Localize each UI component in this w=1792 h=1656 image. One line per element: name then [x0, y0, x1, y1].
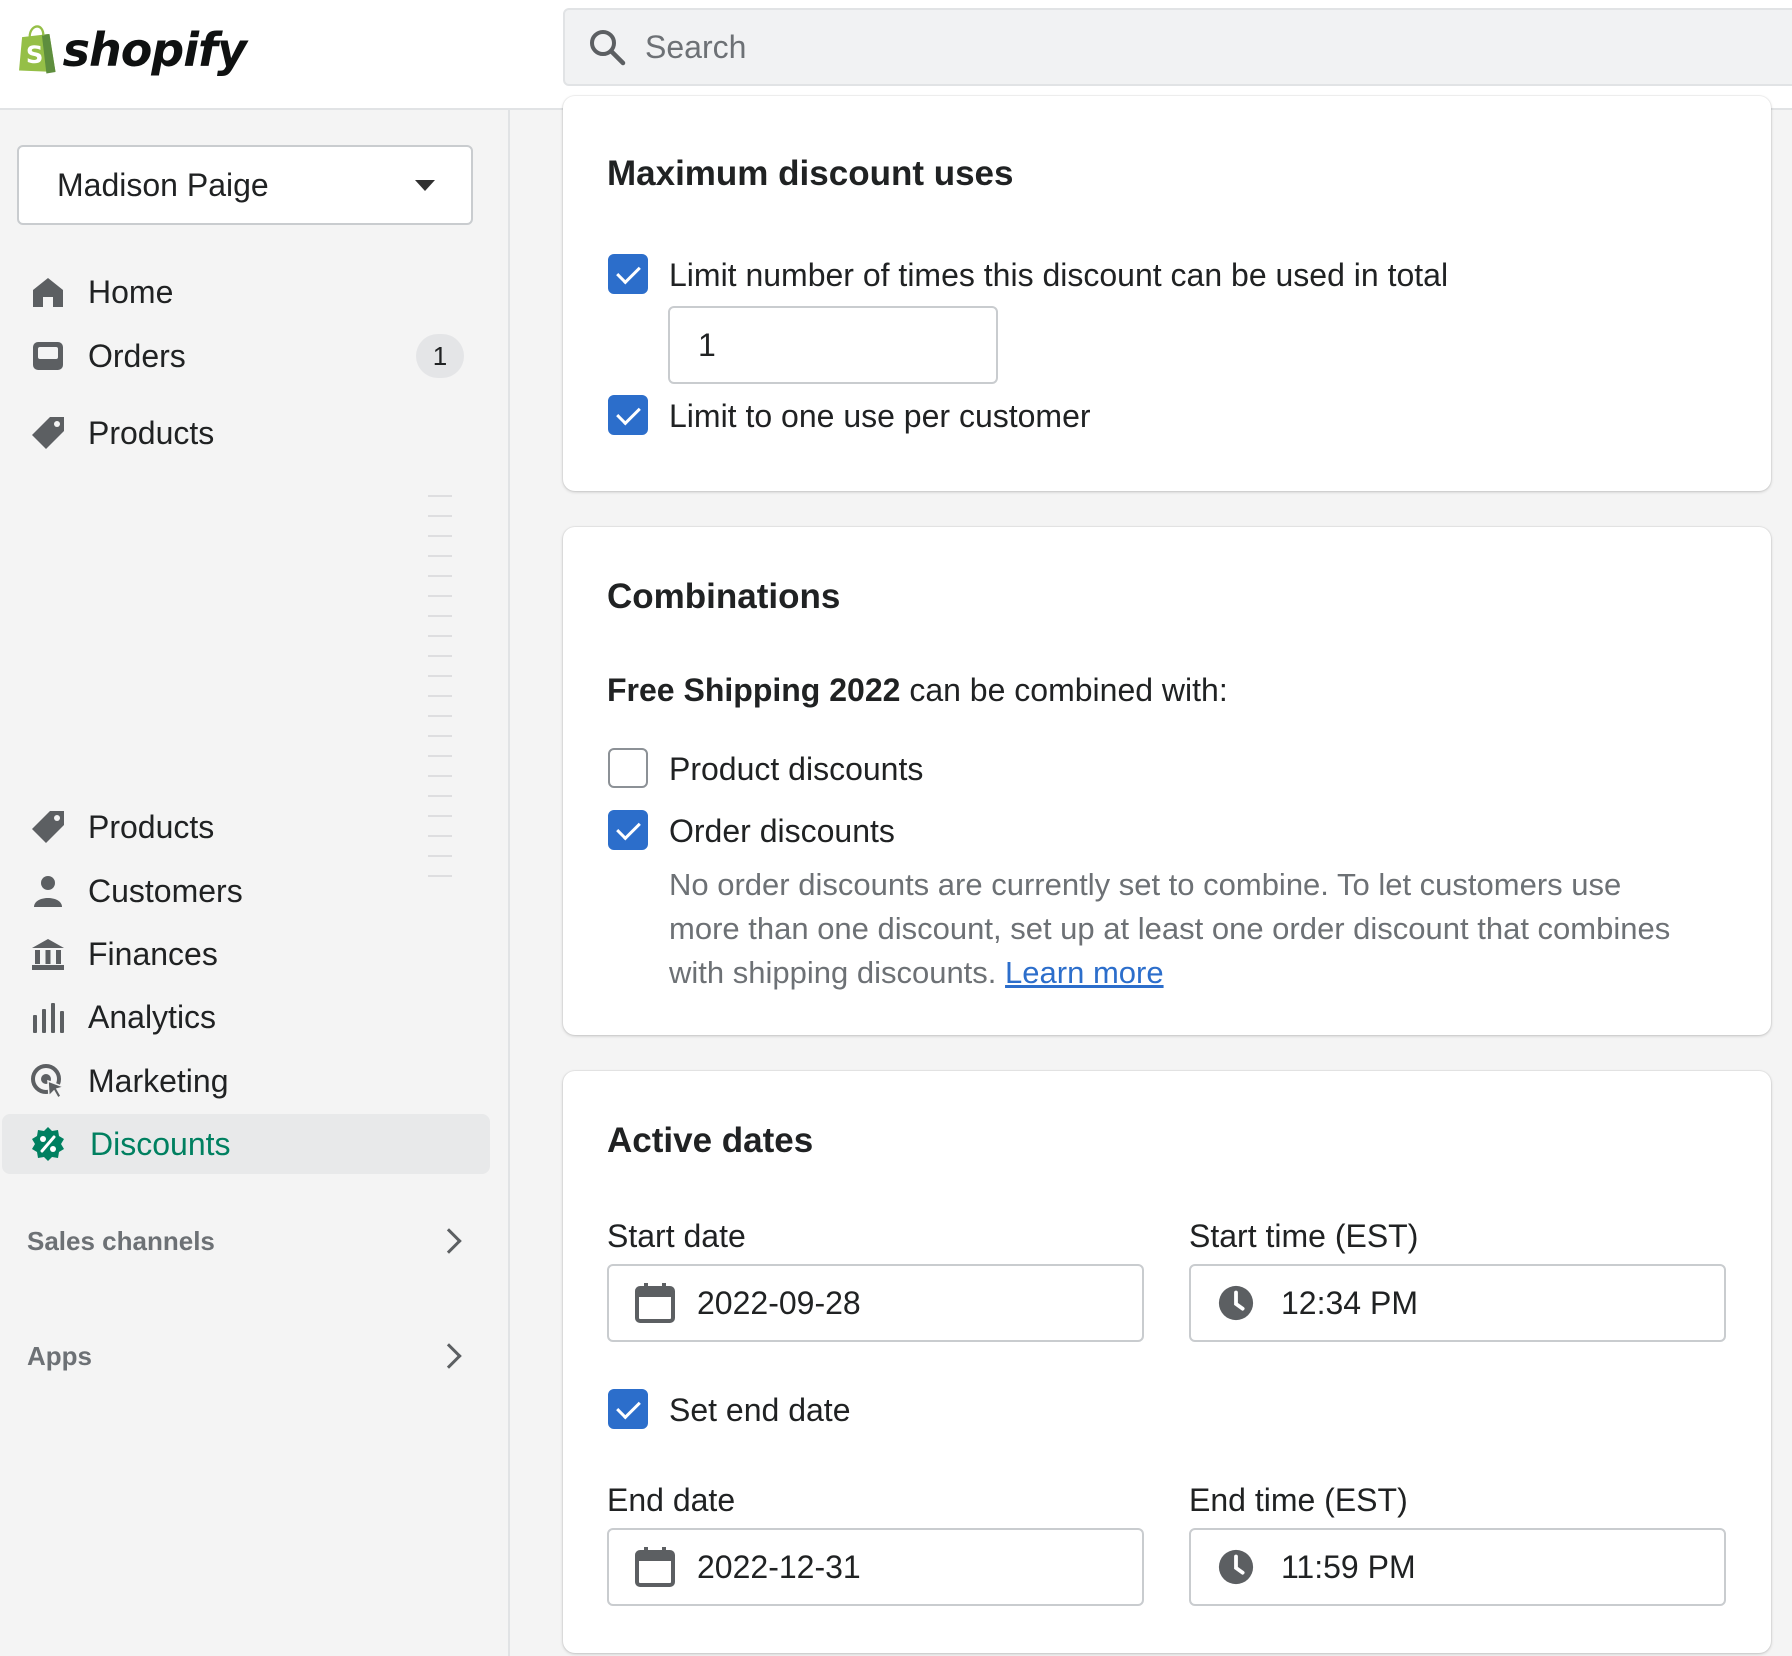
start-date-value: 2022-09-28	[697, 1284, 861, 1321]
end-date-value: 2022-12-31	[697, 1548, 861, 1585]
sidebar-item-label: Home	[88, 273, 174, 310]
sidebar-item-products[interactable]: Products	[0, 797, 490, 857]
sidebar-item-label: Products	[88, 808, 215, 845]
card-title: Active dates	[607, 1121, 814, 1160]
sidebar-item-finances[interactable]: Finances	[0, 924, 490, 984]
card-title: Maximum discount uses	[607, 154, 1014, 193]
tag-icon	[32, 417, 64, 449]
order-discounts-help: No order discounts are currently set to …	[669, 863, 1749, 995]
search-input[interactable]	[645, 28, 1545, 66]
product-discounts-label: Product discounts	[669, 751, 924, 787]
help-line: with shipping discounts.	[669, 955, 997, 990]
start-date-field[interactable]: 2022-09-28	[607, 1264, 1144, 1342]
target-icon	[31, 1064, 66, 1099]
combinations-intro: Free Shipping 2022 can be combined with:	[607, 672, 1228, 709]
orders-count-badge: 1	[416, 334, 464, 378]
apps-section[interactable]: Apps	[0, 1331, 490, 1381]
help-line: No order discounts are currently set to …	[669, 867, 1622, 902]
sidebar-item-discounts[interactable]: Discounts	[2, 1114, 490, 1174]
sidebar-item-label: Customers	[88, 872, 243, 909]
sidebar-item-label: Analytics	[88, 998, 217, 1035]
sidebar-item-marketing[interactable]: Marketing	[0, 1051, 490, 1111]
sidebar-item-label: Products	[88, 414, 215, 451]
sidebar-item-label: Discounts	[90, 1125, 231, 1162]
discount-name: Free Shipping 2022	[607, 672, 901, 708]
sidebar-item-label: Orders	[88, 337, 186, 374]
clock-icon	[1218, 1285, 1254, 1321]
sidebar-item-orders[interactable]: Orders 1	[0, 326, 490, 386]
combinations-card: Combinations Free Shipping 2022 can be c…	[563, 527, 1771, 1035]
active-dates-card: Active dates Start date 2022-09-28 Start…	[563, 1071, 1771, 1653]
shopping-bag-icon: S	[19, 25, 56, 74]
bar-chart-icon	[33, 1003, 64, 1033]
chevron-right-icon	[436, 1343, 462, 1369]
sidebar-item-customers[interactable]: Customers	[0, 861, 490, 921]
clock-icon	[1218, 1549, 1254, 1585]
sidebar-item-label: Finances	[88, 935, 218, 972]
sidebar-item-analytics[interactable]: Analytics	[0, 987, 490, 1047]
sales-channels-section[interactable]: Sales channels	[0, 1216, 490, 1266]
order-discounts-label: Order discounts	[669, 813, 895, 849]
end-time-label: End time (EST)	[1189, 1482, 1408, 1518]
start-date-label: Start date	[607, 1218, 746, 1254]
usage-limit-value: 1	[698, 326, 716, 363]
bank-icon	[32, 939, 64, 970]
calendar-icon	[635, 1283, 675, 1323]
caret-down-icon	[415, 179, 435, 191]
svg-text:S: S	[26, 40, 44, 69]
usage-limit-field[interactable]: 1	[668, 306, 998, 384]
end-time-field[interactable]: 11:59 PM	[1189, 1528, 1726, 1606]
home-icon	[33, 278, 63, 307]
end-time-value: 11:59 PM	[1281, 1548, 1416, 1585]
limit-total-label: Limit number of times this discount can …	[669, 257, 1449, 293]
store-selector[interactable]: Madison Paige	[17, 145, 473, 225]
top-bar: S shopify	[0, 0, 1792, 110]
sidebar-item-products-top[interactable]: Products	[0, 403, 490, 463]
tag-icon	[32, 811, 64, 843]
sidebar-item-label: Marketing	[88, 1062, 229, 1099]
person-icon	[34, 876, 62, 907]
logo-wordmark: shopify	[62, 23, 247, 77]
sidebar: Madison Paige Home Orders 1 Products Pro…	[0, 110, 510, 1656]
discount-icon	[32, 1127, 64, 1161]
section-label: Sales channels	[27, 1225, 215, 1256]
set-end-date-label: Set end date	[669, 1392, 851, 1428]
card-title: Combinations	[607, 577, 841, 616]
start-time-value: 12:34 PM	[1281, 1284, 1418, 1321]
end-date-label: End date	[607, 1482, 736, 1518]
one-per-customer-label: Limit to one use per customer	[669, 398, 1091, 434]
start-time-field[interactable]: 12:34 PM	[1189, 1264, 1726, 1342]
learn-more-link[interactable]: Learn more	[1005, 955, 1164, 990]
search-icon	[590, 30, 626, 66]
shopify-logo[interactable]: S shopify	[16, 14, 247, 86]
help-line: more than one discount, set up at least …	[669, 911, 1671, 946]
order-discounts-checkbox[interactable]	[608, 810, 648, 850]
end-date-field[interactable]: 2022-12-31	[607, 1528, 1144, 1606]
orders-icon	[33, 342, 63, 370]
section-label: Apps	[27, 1340, 92, 1371]
product-discounts-checkbox[interactable]	[608, 748, 648, 788]
chevron-right-icon	[436, 1228, 462, 1254]
search-bar[interactable]	[563, 8, 1792, 86]
max-discount-uses-card: Maximum discount uses Limit number of ti…	[563, 96, 1771, 491]
store-name: Madison Paige	[57, 166, 269, 203]
sidebar-item-home[interactable]: Home	[0, 262, 490, 322]
start-time-label: Start time (EST)	[1189, 1218, 1419, 1254]
one-per-customer-checkbox[interactable]	[608, 395, 648, 435]
limit-total-checkbox[interactable]	[608, 254, 648, 294]
help-line-last: with shipping discounts. Learn more	[669, 951, 1749, 995]
combinations-intro-suffix: can be combined with:	[909, 672, 1228, 708]
set-end-date-checkbox[interactable]	[608, 1389, 648, 1429]
calendar-icon	[635, 1547, 675, 1587]
